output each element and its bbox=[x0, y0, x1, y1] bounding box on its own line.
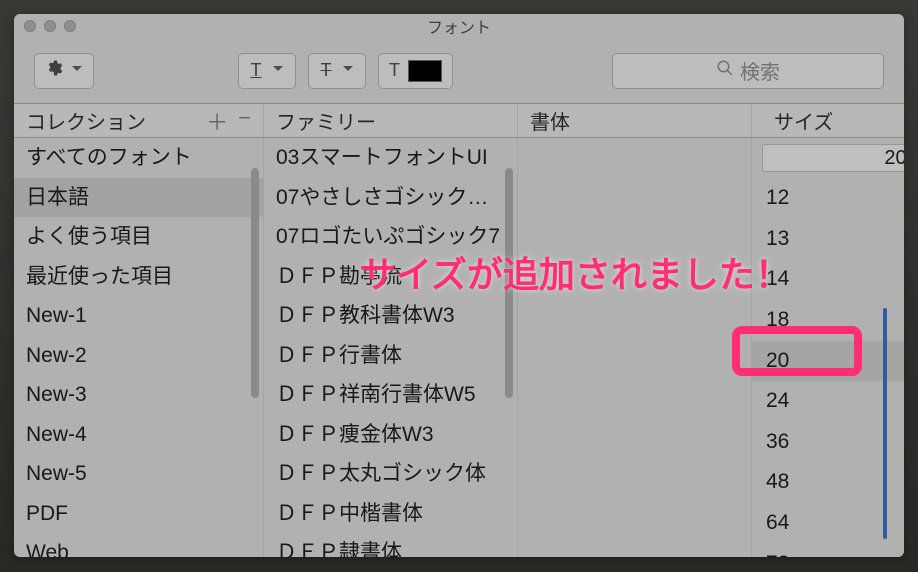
list-item[interactable]: New-2 bbox=[14, 336, 263, 376]
list-item[interactable]: ＤＦＰ教科書体W3 bbox=[264, 296, 517, 336]
collection-header-label: コレクション bbox=[26, 106, 146, 135]
search-placeholder: 検索 bbox=[740, 56, 780, 85]
list-item[interactable]: ＤＦＰ祥南行書体W5 bbox=[264, 375, 517, 415]
list-item[interactable]: 48 bbox=[752, 462, 904, 503]
color-swatch bbox=[408, 60, 442, 82]
chevron-down-icon bbox=[342, 62, 354, 80]
list-item[interactable]: ＤＦＰ中楷書体 bbox=[264, 494, 517, 534]
list-item[interactable]: New-4 bbox=[14, 415, 263, 455]
collection-list[interactable]: すべてのフォント日本語よく使う項目最近使った項目New-1New-2New-3N… bbox=[14, 138, 264, 557]
strikethrough-toggle[interactable]: T bbox=[308, 53, 366, 89]
column-headers: コレクション ＋ − ファミリー 書体 サイズ bbox=[14, 104, 904, 138]
window-title: フォント bbox=[14, 14, 904, 38]
list-item[interactable]: 18 bbox=[752, 300, 904, 341]
size-list[interactable]: 12131418202436486472 bbox=[752, 178, 904, 557]
list-item[interactable]: New-5 bbox=[14, 454, 263, 494]
size-input[interactable] bbox=[762, 144, 904, 172]
list-item[interactable]: 72 bbox=[752, 544, 904, 557]
traffic-lights bbox=[24, 20, 76, 32]
search-icon bbox=[716, 59, 734, 82]
scrollbar[interactable] bbox=[251, 168, 259, 398]
list-item[interactable]: よく使う項目 bbox=[14, 217, 263, 257]
close-window-icon[interactable] bbox=[24, 20, 36, 32]
list-item[interactable]: 36 bbox=[752, 422, 904, 463]
column-header-family: ファミリー bbox=[264, 104, 518, 137]
text-color-button[interactable]: T bbox=[378, 53, 453, 89]
list-item[interactable]: 20 bbox=[752, 341, 904, 382]
list-item[interactable]: Web bbox=[14, 533, 263, 557]
list-item[interactable]: 64 bbox=[752, 503, 904, 544]
chevron-down-icon bbox=[71, 62, 83, 80]
typeface-list[interactable] bbox=[518, 138, 752, 557]
action-menu-button[interactable] bbox=[34, 53, 94, 89]
gear-icon bbox=[45, 59, 63, 82]
chevron-down-icon bbox=[272, 62, 284, 80]
list-item[interactable]: 日本語 bbox=[14, 178, 263, 218]
list-item[interactable]: New-1 bbox=[14, 296, 263, 336]
family-list[interactable]: 03スマートフォントUI07やさしさゴシックボールド07ロゴたいぷゴシック7ＤＦ… bbox=[264, 138, 518, 557]
underline-icon: T bbox=[251, 60, 262, 81]
columns: すべてのフォント日本語よく使う項目最近使った項目New-1New-2New-3N… bbox=[14, 138, 904, 557]
zoom-window-icon[interactable] bbox=[64, 20, 76, 32]
list-item[interactable]: ＤＦＰ太丸ゴシック体 bbox=[264, 454, 517, 494]
list-item[interactable]: すべてのフォント bbox=[14, 138, 263, 178]
list-item[interactable]: PDF bbox=[14, 494, 263, 534]
toolbar: T T T 検索 bbox=[14, 38, 904, 104]
size-pane: 12131418202436486472 bbox=[752, 138, 904, 557]
list-item[interactable]: New-3 bbox=[14, 375, 263, 415]
underline-toggle[interactable]: T bbox=[238, 53, 296, 89]
column-header-collection: コレクション ＋ − bbox=[14, 104, 264, 137]
list-item[interactable]: 最近使った項目 bbox=[14, 257, 263, 297]
minimize-window-icon[interactable] bbox=[44, 20, 56, 32]
size-slider-track[interactable] bbox=[883, 308, 887, 539]
search-input[interactable]: 検索 bbox=[612, 53, 884, 89]
family-header-label: ファミリー bbox=[276, 106, 376, 135]
text-color-icon: T bbox=[389, 60, 400, 81]
annotation-text: サイズが追加されました！ bbox=[360, 246, 791, 298]
list-item[interactable]: 07やさしさゴシックボールド bbox=[264, 178, 517, 218]
typeface-header-label: 書体 bbox=[530, 106, 570, 135]
size-header-label: サイズ bbox=[774, 106, 833, 135]
add-collection-icon[interactable]: ＋ bbox=[206, 105, 228, 137]
list-item[interactable]: ＤＦＰ痩金体W3 bbox=[264, 415, 517, 455]
strikethrough-icon: T bbox=[321, 60, 332, 81]
list-item[interactable]: 12 bbox=[752, 178, 904, 219]
column-header-typeface: 書体 bbox=[518, 104, 752, 137]
list-item[interactable]: 24 bbox=[752, 381, 904, 422]
list-item[interactable]: ＤＦＰ隷書体 bbox=[264, 533, 517, 557]
titlebar: フォント bbox=[14, 14, 904, 38]
remove-collection-icon[interactable]: − bbox=[238, 105, 251, 137]
list-item[interactable]: ＤＦＰ行書体 bbox=[264, 336, 517, 376]
column-header-size: サイズ bbox=[752, 104, 904, 137]
list-item[interactable]: 03スマートフォントUI bbox=[264, 138, 517, 178]
